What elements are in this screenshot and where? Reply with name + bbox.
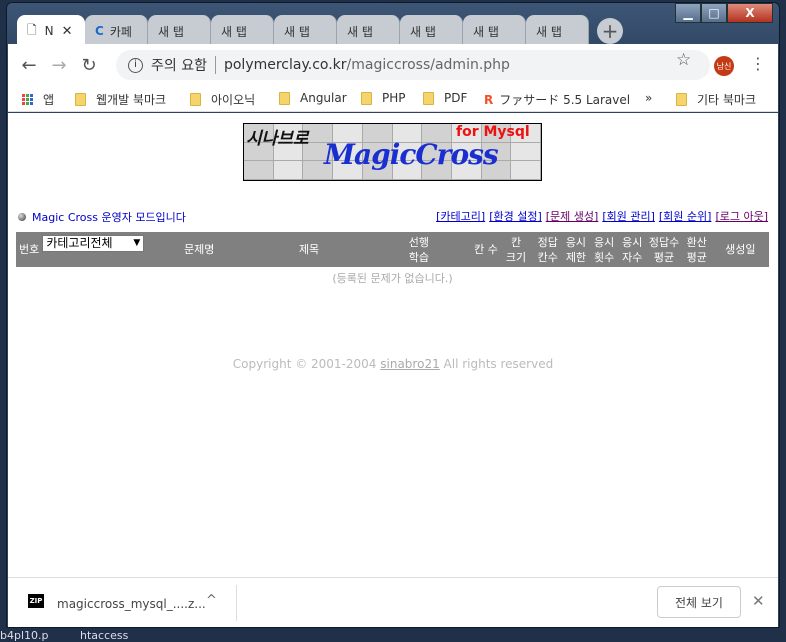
divider	[236, 585, 237, 621]
tab[interactable]: 새 탭	[211, 15, 274, 47]
sinabro-link[interactable]: sinabro21	[380, 357, 439, 371]
tab[interactable]: 새 탭	[148, 15, 211, 47]
bullet-icon	[18, 213, 26, 221]
column-header: 정답수 평균	[646, 232, 682, 267]
column-header: 칸 크기	[498, 232, 534, 267]
bookmark-apps[interactable]: 앱	[22, 91, 54, 108]
column-header: 문제명	[144, 232, 255, 267]
divider	[214, 56, 216, 74]
magic-cross-logo: 시나브로 for Mysql MagicCross	[243, 123, 542, 181]
url-domain: polymerclay.co.kr	[223, 57, 347, 73]
logo-cell	[511, 161, 541, 180]
close-window-button[interactable]: X	[727, 3, 773, 23]
column-header: 응시 횟수	[590, 232, 619, 267]
column-header: 번호	[16, 232, 43, 267]
download-filename[interactable]: magiccross_mysql_....z...	[57, 597, 206, 611]
bookmark-laravel[interactable]: R ファサード 5.5 Laravel	[484, 91, 630, 108]
tab[interactable]: C 카페	[85, 15, 148, 47]
logo-cell	[244, 161, 274, 180]
column-header: 선행 학습	[363, 232, 474, 267]
tab-strip: 🗋 N ✕ C 카페 새 탭 새 탭 새 탭 새 탭 새 탭 새 탭 새 탭 +	[17, 15, 623, 47]
page-icon: 🗋	[27, 22, 37, 37]
window-controls: ▁ □ X	[675, 3, 773, 23]
empty-message: (등록된 문제가 없습니다.)	[332, 272, 453, 285]
column-header: 응시 자수	[618, 232, 647, 267]
folder-icon	[75, 93, 86, 106]
category-select-value: 카테고리전체	[46, 236, 113, 250]
logo-cell	[273, 161, 304, 180]
admin-mode-label: Magic Cross 운영자 모드입니다	[18, 209, 186, 225]
link-settings[interactable]: [환경 설정]	[489, 208, 542, 224]
bookmark-folder[interactable]: 아이오닉	[190, 91, 255, 108]
address-bar[interactable]: i 주의 요함 polymerclay.co.kr/magiccross/adm…	[116, 50, 710, 80]
bookmark-folder[interactable]: PDF	[423, 91, 467, 105]
toolbar: ← → ↻ i 주의 요함 polymerclay.co.kr/magiccro…	[8, 44, 778, 86]
maximize-button[interactable]: □	[701, 3, 727, 23]
page-content: 시나브로 for Mysql MagicCross Magic Cross 운영…	[8, 113, 778, 577]
reload-button[interactable]: ↻	[74, 55, 104, 76]
apps-icon	[22, 94, 33, 105]
bookmark-other[interactable]: 기타 북마크	[676, 91, 756, 108]
tab[interactable]: 새 탭	[463, 15, 526, 47]
tab[interactable]: 새 탭	[274, 15, 337, 47]
more-bookmarks-button[interactable]: »	[645, 91, 652, 105]
bookmark-folder[interactable]: PHP	[361, 91, 406, 105]
bookmark-folder[interactable]: Angular	[279, 91, 347, 105]
column-header: 정답 칸수	[533, 232, 562, 267]
column-header: 카테고리전체 ▼	[42, 232, 145, 267]
link-category[interactable]: [카테고리]	[436, 208, 485, 224]
question-table: 번호 카테고리전체 ▼ 문제명 제목 선행 학습 칸 수칸 크기 정답 칸수 응시 제한 응시 횟…	[16, 232, 769, 289]
logo-korean-text: 시나브로	[246, 129, 309, 149]
cafe-icon: C	[95, 24, 104, 38]
close-icon[interactable]: ✕	[752, 592, 765, 610]
zip-file-icon: ZIP	[28, 594, 44, 608]
category-select[interactable]: 카테고리전체 ▼	[42, 235, 145, 252]
tab[interactable]: 새 탭	[526, 15, 589, 47]
tab[interactable]: 새 탭	[337, 15, 400, 47]
show-all-button[interactable]: 전체 보기	[657, 586, 741, 618]
tab[interactable]: 새 탭	[400, 15, 463, 47]
new-tab-button[interactable]: +	[597, 18, 623, 44]
close-tab-icon[interactable]: ✕	[62, 24, 73, 39]
tab-active[interactable]: 🗋 N ✕	[17, 15, 85, 47]
info-icon[interactable]: i	[128, 57, 143, 73]
admin-links: [카테고리] [환경 설정] [문제 생성] [회원 관리] [회원 순위] […	[436, 208, 768, 224]
logo-cell	[511, 142, 541, 162]
chevron-up-icon[interactable]: ^	[206, 593, 217, 608]
folder-icon	[279, 91, 290, 105]
column-header: 환산 평균	[681, 232, 712, 267]
forward-button[interactable]: →	[44, 55, 74, 76]
logo-title-text: MagicCross	[324, 138, 499, 171]
laravel-icon: R	[484, 92, 494, 107]
folder-icon	[423, 91, 434, 105]
chevron-down-icon[interactable]: ▼	[133, 236, 140, 251]
url-path: /magiccross/admin.php	[346, 57, 510, 73]
column-header: 생성일	[711, 232, 769, 267]
link-logout[interactable]: [로그 아웃]	[715, 208, 768, 224]
menu-icon[interactable]: ⋮	[750, 54, 766, 73]
bookmarks-bar: 앱 웹개발 북마크 아이오닉 Angular PHP PDF R ファサード 5.…	[8, 86, 778, 112]
link-member-manage[interactable]: [회원 관리]	[602, 208, 655, 224]
column-header: 제목	[254, 232, 364, 267]
avatar[interactable]: 남신	[714, 56, 734, 76]
download-bar: ZIP magiccross_mysql_....z... ^ 전체 보기 ✕	[8, 577, 778, 627]
copyright: Copyright © 2001-2004 sinabro21 All righ…	[232, 357, 554, 371]
bookmark-folder[interactable]: 웹개발 북마크	[75, 91, 166, 108]
link-member-rank[interactable]: [회원 순위]	[659, 208, 712, 224]
desktop-file-label: b4pl10.p	[0, 629, 49, 642]
security-label: 주의 요함	[151, 58, 207, 74]
folder-icon	[361, 91, 372, 105]
desktop-file-label: htaccess	[80, 629, 129, 642]
link-create-question[interactable]: [문제 생성]	[546, 208, 599, 224]
minimize-button[interactable]: ▁	[675, 3, 701, 23]
column-header: 응시 제한	[561, 232, 591, 267]
back-button[interactable]: ←	[14, 55, 44, 76]
bookmark-star-icon[interactable]: ☆	[676, 50, 691, 70]
folder-icon	[676, 93, 687, 106]
folder-icon	[190, 93, 201, 106]
column-header: 칸 수	[473, 232, 499, 267]
